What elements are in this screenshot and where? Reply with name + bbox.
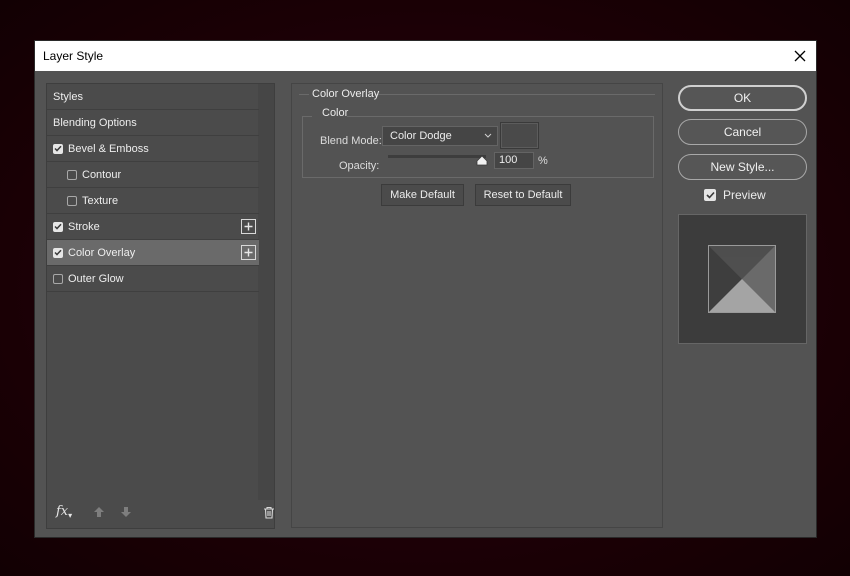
trash-icon[interactable] bbox=[263, 506, 275, 522]
style-checkbox[interactable] bbox=[53, 273, 63, 284]
styles-list-item-label: Outer Glow bbox=[68, 272, 124, 285]
styles-list-footer: fx▾ bbox=[47, 498, 274, 528]
group-border bbox=[299, 94, 309, 95]
preview-label: Preview bbox=[723, 188, 766, 202]
chevron-down-icon bbox=[484, 133, 492, 138]
styles-list-item-label: Blending Options bbox=[53, 116, 137, 129]
opacity-slider[interactable] bbox=[388, 155, 486, 158]
preview-checkbox[interactable] bbox=[704, 189, 716, 201]
checkmark-icon bbox=[54, 249, 62, 256]
blend-mode-dropdown[interactable]: Color Dodge bbox=[382, 126, 498, 146]
cancel-button[interactable]: Cancel bbox=[678, 119, 807, 145]
add-effect-instance-button[interactable] bbox=[241, 245, 256, 260]
styles-list-item[interactable]: Outer Glow bbox=[47, 266, 259, 292]
opacity-slider-handle[interactable] bbox=[476, 155, 488, 169]
color-overlay-heading: Color Overlay bbox=[312, 88, 380, 100]
new-style-button[interactable]: New Style... bbox=[678, 154, 807, 180]
dialog-titlebar: Layer Style bbox=[35, 41, 816, 71]
styles-list-item-label: Styles bbox=[53, 90, 83, 103]
overlay-color-swatch[interactable] bbox=[500, 122, 539, 149]
fx-label: fx bbox=[56, 504, 69, 519]
reset-to-default-button[interactable]: Reset to Default bbox=[475, 184, 571, 206]
styles-list-item[interactable]: Color Overlay bbox=[47, 240, 259, 266]
styles-list-item-label: Bevel & Emboss bbox=[68, 142, 149, 155]
style-checkbox[interactable] bbox=[53, 143, 63, 154]
styles-list-item[interactable]: Contour bbox=[47, 162, 259, 188]
checkmark-icon bbox=[54, 223, 62, 230]
styles-list-item-label: Texture bbox=[82, 194, 119, 207]
group-border bbox=[375, 94, 655, 95]
style-checkbox[interactable] bbox=[67, 169, 77, 180]
make-default-button[interactable]: Make Default bbox=[381, 184, 464, 206]
close-button[interactable] bbox=[790, 46, 810, 66]
styles-list-item[interactable]: Texture bbox=[47, 188, 259, 214]
close-icon bbox=[794, 50, 806, 62]
move-down-icon[interactable] bbox=[120, 506, 132, 521]
style-checkbox[interactable] bbox=[53, 221, 63, 232]
styles-list-panel: Styles Blending Options Bevel & Emboss Cont… bbox=[46, 83, 275, 529]
styles-list-item[interactable]: Styles bbox=[47, 84, 259, 110]
styles-list-item[interactable]: Blending Options bbox=[47, 110, 259, 136]
style-checkbox[interactable] bbox=[67, 195, 77, 206]
opacity-label: Opacity: bbox=[339, 160, 380, 172]
styles-list-item-label: Contour bbox=[82, 168, 122, 181]
dialog-title: Layer Style bbox=[43, 49, 104, 63]
checkmark-icon bbox=[54, 145, 62, 152]
move-up-icon[interactable] bbox=[93, 506, 105, 521]
style-preview-thumbnail bbox=[678, 214, 807, 344]
styles-list-item-label: Stroke bbox=[68, 220, 100, 233]
fx-icon[interactable]: fx▾ bbox=[56, 504, 72, 520]
styles-list-item[interactable]: Bevel & Emboss bbox=[47, 136, 259, 162]
ok-button[interactable]: OK bbox=[678, 85, 807, 111]
blend-mode-label: Blend Mode: bbox=[320, 135, 382, 147]
plus-icon bbox=[244, 222, 253, 231]
preview-bevel-swatch bbox=[708, 245, 776, 313]
dialog-body: Styles Blending Options Bevel & Emboss Cont… bbox=[35, 71, 816, 539]
styles-list-item[interactable]: Stroke bbox=[47, 214, 259, 240]
color-subgroup-heading: Color bbox=[322, 107, 349, 119]
layer-style-dialog: Layer Style Styles Blending Options Bevel … bbox=[34, 40, 817, 538]
plus-icon bbox=[244, 248, 253, 257]
blend-mode-value: Color Dodge bbox=[390, 130, 452, 142]
opacity-unit: % bbox=[538, 155, 548, 167]
styles-list-item-label: Color Overlay bbox=[68, 246, 136, 259]
style-checkbox[interactable] bbox=[53, 247, 63, 258]
checkmark-icon bbox=[705, 191, 715, 199]
add-effect-instance-button[interactable] bbox=[241, 219, 256, 234]
opacity-input[interactable]: 100 bbox=[494, 152, 534, 169]
styles-list-scrollbar[interactable] bbox=[258, 84, 274, 500]
preview-checkbox-row[interactable]: Preview bbox=[704, 188, 766, 202]
